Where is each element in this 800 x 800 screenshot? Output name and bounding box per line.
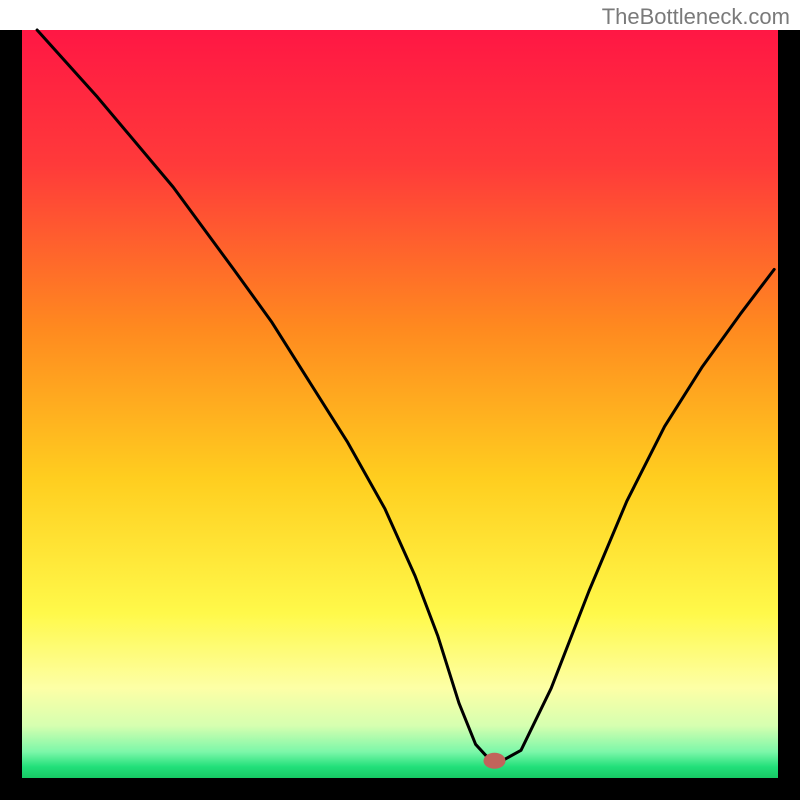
watermark-text: TheBottleneck.com (602, 4, 790, 30)
frame-left (0, 30, 22, 800)
optimum-marker (484, 753, 506, 769)
frame-right (778, 30, 800, 800)
frame-bottom (0, 778, 800, 800)
bottleneck-chart (0, 0, 800, 800)
chart-container: TheBottleneck.com (0, 0, 800, 800)
